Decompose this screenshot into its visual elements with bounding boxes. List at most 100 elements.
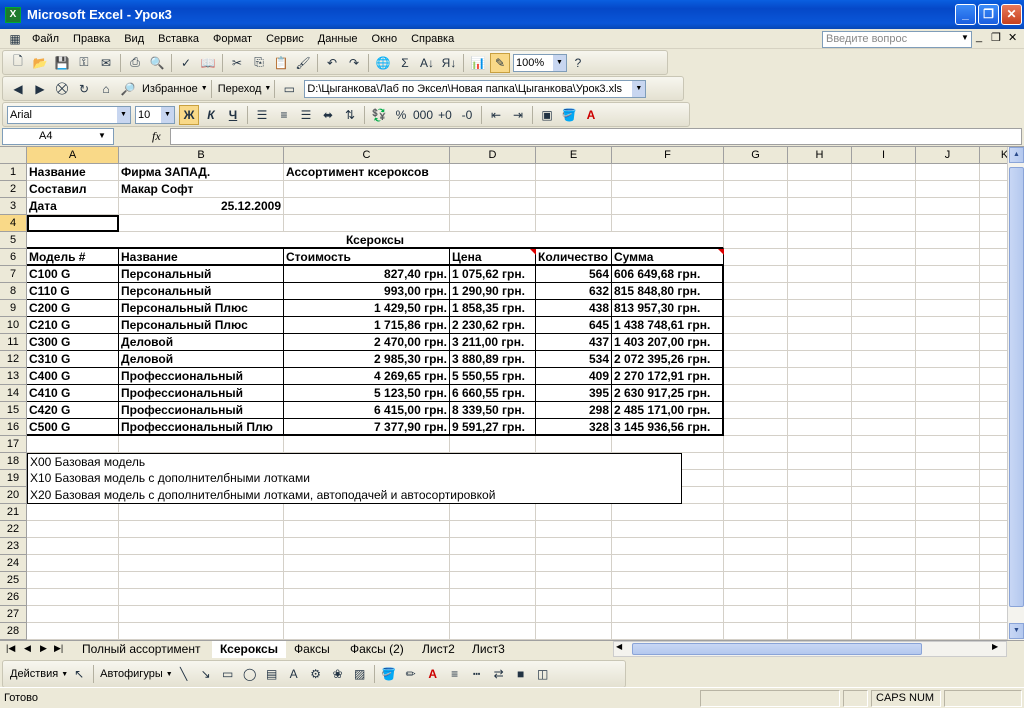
qty-cell[interactable]: 328 [536,419,612,436]
grid-cell[interactable] [612,606,724,623]
column-header-d[interactable]: D [450,147,536,164]
cell-b2[interactable]: Макар Софт [119,181,284,198]
grid-cell[interactable] [612,198,724,215]
ask-question-input[interactable]: Введите вопрос [822,31,972,48]
grid-cell[interactable] [450,436,536,453]
model-cell[interactable]: C420 G [27,402,119,419]
grid-cell[interactable] [536,572,612,589]
address-field[interactable]: D:\Цыганкова\Лаб по Эксел\Новая папка\Цы… [304,79,647,98]
format-painter-icon[interactable]: 🖌 [293,53,313,73]
grid-cell[interactable] [916,453,980,470]
grid-cell[interactable] [724,402,788,419]
grid-cell[interactable] [284,436,450,453]
row-header[interactable]: 8 [0,283,27,300]
grid-cell[interactable] [788,436,852,453]
header-cell[interactable]: Количество [536,249,612,266]
grid-cell[interactable] [536,436,612,453]
grid-cell[interactable] [980,368,1007,385]
grid-cell[interactable] [724,215,788,232]
row-header[interactable]: 5 [0,232,27,249]
wordart-icon[interactable]: A [284,664,304,684]
actions-menu[interactable]: Действия [7,668,61,680]
qty-cell[interactable]: 564 [536,266,612,283]
clipart-icon[interactable]: ❀ [328,664,348,684]
grid-cell[interactable] [916,555,980,572]
grid-cell[interactable] [852,521,916,538]
grid-cell[interactable] [724,385,788,402]
hyperlink-icon[interactable]: 🌐 [373,53,393,73]
grid-cell[interactable] [852,317,916,334]
grid-cell[interactable] [852,487,916,504]
grid-cell[interactable] [788,368,852,385]
goto-menu[interactable]: Переход [215,83,265,95]
model-cell[interactable]: C400 G [27,368,119,385]
grid-cell[interactable] [724,555,788,572]
grid-cell[interactable] [980,623,1007,640]
cost-cell[interactable]: 1 429,50 грн. [284,300,450,317]
grid-cell[interactable] [852,419,916,436]
name-cell[interactable]: Профессиональный [119,402,284,419]
grid-cell[interactable] [536,589,612,606]
grid-cell[interactable] [119,504,284,521]
grid-cell[interactable] [724,538,788,555]
line-color-icon[interactable]: ✏ [401,664,421,684]
grid-cell[interactable] [27,606,119,623]
grid-cell[interactable] [916,385,980,402]
stop-icon[interactable]: ⛒ [52,79,72,99]
grid-cell[interactable] [852,572,916,589]
qty-cell[interactable]: 395 [536,385,612,402]
grid-cell[interactable] [724,572,788,589]
sum-cell[interactable]: 815 848,80 грн. [612,283,724,300]
row-header[interactable]: 16 [0,419,27,436]
grid-cell[interactable] [724,589,788,606]
grid-cell[interactable] [450,623,536,640]
grid-cell[interactable] [788,521,852,538]
column-header-e[interactable]: E [536,147,612,164]
column-header-c[interactable]: C [284,147,450,164]
grid-cell[interactable] [450,555,536,572]
grid-cell[interactable] [119,555,284,572]
row-header[interactable]: 3 [0,198,27,215]
row-header[interactable]: 10 [0,317,27,334]
qty-cell[interactable]: 438 [536,300,612,317]
diagram-icon[interactable]: ⚙ [306,664,326,684]
grid-cell[interactable] [788,300,852,317]
row-header[interactable]: 19 [0,470,27,487]
new-icon[interactable]: 🗋 [8,53,28,73]
grid-cell[interactable] [916,521,980,538]
grid-cell[interactable] [27,555,119,572]
grid-cell[interactable] [788,487,852,504]
forward-icon[interactable]: ▶ [30,79,50,99]
grid-cell[interactable] [980,232,1007,249]
grid-cell[interactable] [852,181,916,198]
model-cell[interactable]: C210 G [27,317,119,334]
refresh-icon[interactable]: ↻ [74,79,94,99]
grid-cell[interactable] [284,521,450,538]
horizontal-scroll-thumb[interactable] [632,643,922,655]
grid-cell[interactable] [980,300,1007,317]
grid-cell[interactable] [284,623,450,640]
grid-cell[interactable] [980,249,1007,266]
sum-cell[interactable]: 813 957,30 грн. [612,300,724,317]
font-color-draw-icon[interactable]: A [423,664,443,684]
ask-dropdown-icon[interactable]: ▼ [961,33,969,42]
shadow-icon[interactable]: ■ [511,664,531,684]
grid-cell[interactable] [724,419,788,436]
namebox-dropdown-icon[interactable]: ▼ [98,131,106,140]
grid-cell[interactable] [788,623,852,640]
grid-cell[interactable] [788,198,852,215]
permission-icon[interactable]: ⚿ [74,53,94,73]
row-header[interactable]: 25 [0,572,27,589]
grid-cell[interactable] [724,470,788,487]
qty-cell[interactable]: 409 [536,368,612,385]
grid-cell[interactable] [284,181,450,198]
fx-icon[interactable]: fx [152,129,161,144]
grid-cell[interactable] [916,487,980,504]
grid-cell[interactable] [916,402,980,419]
decrease-decimal-icon[interactable]: -0 [457,105,477,125]
grid-cell[interactable] [284,198,450,215]
grid-cell[interactable] [916,589,980,606]
grid-cell[interactable] [724,181,788,198]
merge-center-icon[interactable]: ⬌ [318,105,338,125]
grid-cell[interactable] [612,623,724,640]
